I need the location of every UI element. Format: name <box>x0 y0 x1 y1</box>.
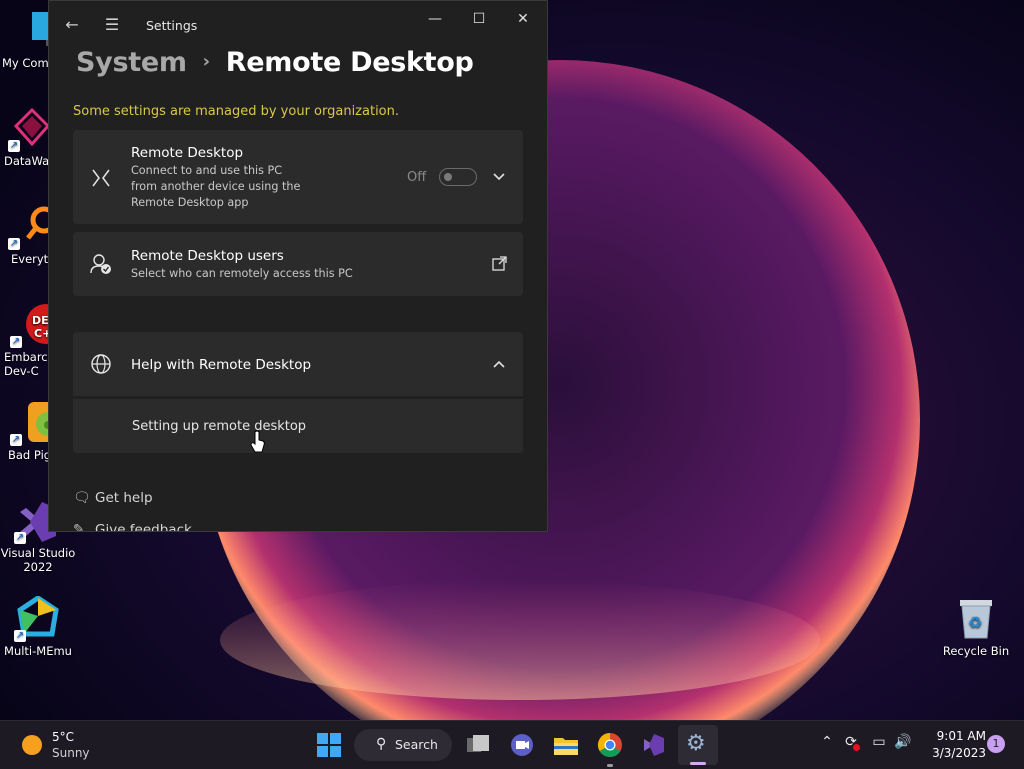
title-bar: ← ☰ Settings — ☐ ✕ <box>49 1 547 49</box>
card-description: Connect to and use this PC from another … <box>131 164 301 209</box>
remote-desktop-users-card[interactable]: Remote Desktop users Select who can remo… <box>73 232 523 296</box>
svg-text:♻: ♻ <box>968 613 982 632</box>
card-title: Remote Desktop <box>131 145 244 161</box>
gear-icon: ⚙ <box>686 731 706 756</box>
shortcut-arrow-icon: ↗ <box>10 434 22 446</box>
chevron-down-icon[interactable] <box>490 168 508 186</box>
maximize-button[interactable]: ☐ <box>457 5 501 33</box>
app-title: Settings <box>146 18 198 33</box>
remote-desktop-toggle[interactable] <box>439 168 477 186</box>
feedback-icon: ✎ <box>73 522 85 532</box>
card-description: Select who can remotely access this PC <box>131 267 353 280</box>
open-external-icon[interactable] <box>490 255 508 273</box>
card-title: Remote Desktop users <box>131 248 284 264</box>
recycle-bin-icon: ♻ <box>956 596 996 640</box>
remote-desktop-card[interactable]: Remote Desktop Connect to and use this P… <box>73 130 523 224</box>
card-title: Help with Remote Desktop <box>131 357 312 373</box>
windows-logo-icon <box>317 733 341 757</box>
breadcrumb: System › Remote Desktop <box>76 47 474 78</box>
active-indicator <box>690 762 706 765</box>
mouse-pointer-hand-icon <box>250 430 266 458</box>
desktop-icon-label: Multi-MEmu <box>4 644 72 658</box>
settings-window: ← ☰ Settings — ☐ ✕ System › Remote Desktop… <box>48 0 548 532</box>
chevron-up-icon[interactable] <box>490 355 508 373</box>
weather-temperature: 5°C <box>52 730 75 744</box>
task-view-icon[interactable] <box>462 729 494 761</box>
search-icon: ⚲ <box>376 736 387 752</box>
shortcut-arrow-icon: ↗ <box>8 140 20 152</box>
get-help-link[interactable]: 🗨 Get help <box>73 490 153 506</box>
volume-icon[interactable]: 🔊 <box>893 734 913 754</box>
chrome-icon[interactable] <box>594 729 626 767</box>
shortcut-arrow-icon: ↗ <box>14 630 26 642</box>
organization-managed-note: Some settings are managed by your organi… <box>73 104 400 119</box>
shortcut-arrow-icon: ↗ <box>10 336 22 348</box>
visual-studio-taskbar-icon[interactable] <box>638 729 670 761</box>
page-title: Remote Desktop <box>225 47 474 78</box>
close-button[interactable]: ✕ <box>501 5 545 33</box>
breadcrumb-parent[interactable]: System <box>76 47 187 78</box>
desktop-icon-multi-memu[interactable]: ↗ Multi-MEmu <box>0 594 76 658</box>
help-remote-desktop-card[interactable]: Help with Remote Desktop <box>73 332 523 396</box>
taskbar-clock[interactable]: 9:01 AM 3/3/2023 <box>916 728 986 762</box>
taskbar: 5°C Sunny ⚲ Search ⚙ ⌃ ⟳ ▭ 🔊 9:01 AM 3/3… <box>0 720 1024 769</box>
sun-icon <box>22 735 42 755</box>
give-feedback-link[interactable]: ✎ Give feedback <box>73 522 192 532</box>
clock-date: 3/3/2023 <box>932 746 986 760</box>
clock-time: 9:01 AM <box>936 729 986 743</box>
teams-chat-icon[interactable] <box>506 729 538 761</box>
back-arrow-icon[interactable]: ← <box>58 11 86 39</box>
desktop-icon-label: Recycle Bin <box>942 644 1010 658</box>
remote-desktop-icon <box>89 166 113 190</box>
error-dot <box>853 744 860 751</box>
search-label: Search <box>395 737 438 752</box>
breadcrumb-separator: › <box>202 51 210 72</box>
give-feedback-label: Give feedback <box>95 522 192 532</box>
notification-badge[interactable]: 1 <box>987 735 1005 753</box>
desktop-icon-label: Visual Studio 2022 <box>0 546 76 574</box>
shortcut-arrow-icon: ↗ <box>14 532 26 544</box>
minimize-button[interactable]: — <box>413 5 457 33</box>
taskbar-search-button[interactable]: ⚲ Search <box>354 729 452 761</box>
hamburger-menu-icon[interactable]: ☰ <box>98 11 126 39</box>
settings-taskbar-button[interactable]: ⚙ <box>678 725 718 765</box>
running-indicator <box>607 764 613 767</box>
get-help-label: Get help <box>95 490 153 506</box>
user-check-icon <box>89 252 113 276</box>
shortcut-arrow-icon: ↗ <box>8 238 20 250</box>
memu-icon: ↗ <box>14 594 60 642</box>
help-bubble-icon: 🗨 <box>73 490 91 506</box>
start-button[interactable] <box>313 729 345 761</box>
network-icon[interactable]: ▭ <box>869 734 889 754</box>
weather-condition: Sunny <box>52 746 90 760</box>
toggle-state-label: Off <box>407 170 427 185</box>
globe-icon <box>89 352 113 376</box>
help-links-panel: Setting up remote desktop <box>73 399 523 453</box>
desktop-icon-recycle-bin[interactable]: ♻ Recycle Bin <box>940 596 1012 658</box>
setting-up-remote-desktop-link[interactable]: Setting up remote desktop <box>132 419 306 434</box>
file-explorer-icon[interactable] <box>550 729 582 761</box>
sync-error-icon[interactable]: ⟳ <box>841 734 861 754</box>
toggle-knob <box>444 173 452 181</box>
chevron-up-icon[interactable]: ⌃ <box>817 734 837 754</box>
